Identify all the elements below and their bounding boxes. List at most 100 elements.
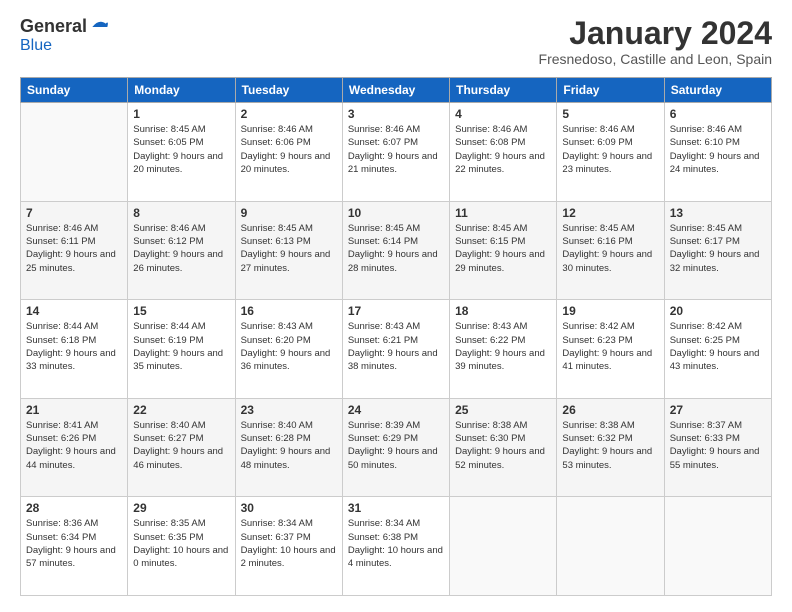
calendar-cell: 16 Sunrise: 8:43 AMSunset: 6:20 PMDayligh… bbox=[235, 300, 342, 399]
calendar-cell: 1 Sunrise: 8:45 AMSunset: 6:05 PMDaylight… bbox=[128, 103, 235, 202]
day-info: Sunrise: 8:45 AMSunset: 6:15 PMDaylight:… bbox=[455, 222, 551, 275]
day-number: 16 bbox=[241, 304, 337, 318]
day-number: 29 bbox=[133, 501, 229, 515]
calendar-cell: 6Sunrise: 8:46 AMSunset: 6:10 PMDaylight… bbox=[664, 103, 771, 202]
day-info: Sunrise: 8:46 AMSunset: 6:06 PMDaylight:… bbox=[241, 123, 337, 176]
day-number: 23 bbox=[241, 403, 337, 417]
day-number: 13 bbox=[670, 206, 766, 220]
day-number: 5 bbox=[562, 107, 658, 121]
day-number: 9 bbox=[241, 206, 337, 220]
calendar-cell: 26 Sunrise: 8:38 AMSunset: 6:32 PMDayligh… bbox=[557, 398, 664, 497]
day-info: Sunrise: 8:46 AMSunset: 6:10 PMDaylight:… bbox=[670, 123, 766, 176]
logo-blue-text: Blue bbox=[20, 37, 52, 54]
header: General Blue January 2024 Fresnedoso, Ca… bbox=[20, 16, 772, 67]
day-number: 15 bbox=[133, 304, 229, 318]
day-info: Sunrise: 8:45 AMSunset: 6:13 PMDaylight:… bbox=[241, 222, 337, 275]
day-info: Sunrise: 8:35 AMSunset: 6:35 PMDaylight:… bbox=[133, 517, 229, 570]
calendar: SundayMondayTuesdayWednesdayThursdayFrid… bbox=[20, 77, 772, 596]
day-info: Sunrise: 8:45 AMSunset: 6:05 PMDaylight:… bbox=[133, 123, 229, 176]
calendar-cell bbox=[557, 497, 664, 596]
calendar-cell: 14 Sunrise: 8:44 AMSunset: 6:18 PMDayligh… bbox=[21, 300, 128, 399]
day-number: 18 bbox=[455, 304, 551, 318]
day-number: 14 bbox=[26, 304, 122, 318]
calendar-cell: 9 Sunrise: 8:45 AMSunset: 6:13 PMDaylight… bbox=[235, 201, 342, 300]
day-info: Sunrise: 8:42 AMSunset: 6:25 PMDaylight:… bbox=[670, 320, 766, 373]
logo-general: General bbox=[20, 16, 87, 37]
weekday-header-friday: Friday bbox=[557, 78, 664, 103]
calendar-cell: 8 Sunrise: 8:46 AMSunset: 6:12 PMDaylight… bbox=[128, 201, 235, 300]
day-info: Sunrise: 8:45 AMSunset: 6:16 PMDaylight:… bbox=[562, 222, 658, 275]
calendar-cell: 5Sunrise: 8:46 AMSunset: 6:09 PMDaylight… bbox=[557, 103, 664, 202]
logo: General Blue bbox=[20, 16, 109, 55]
page: General Blue January 2024 Fresnedoso, Ca… bbox=[0, 0, 792, 612]
calendar-cell: 15Sunrise: 8:44 AMSunset: 6:19 PMDayligh… bbox=[128, 300, 235, 399]
day-number: 28 bbox=[26, 501, 122, 515]
day-number: 30 bbox=[241, 501, 337, 515]
calendar-cell: 17 Sunrise: 8:43 AMSunset: 6:21 PMDayligh… bbox=[342, 300, 449, 399]
day-number: 11 bbox=[455, 206, 551, 220]
day-info: Sunrise: 8:43 AMSunset: 6:22 PMDaylight:… bbox=[455, 320, 551, 373]
day-info: Sunrise: 8:40 AMSunset: 6:28 PMDaylight:… bbox=[241, 419, 337, 472]
day-info: Sunrise: 8:38 AMSunset: 6:32 PMDaylight:… bbox=[562, 419, 658, 472]
weekday-header-sunday: Sunday bbox=[21, 78, 128, 103]
weekday-header-monday: Monday bbox=[128, 78, 235, 103]
day-number: 26 bbox=[562, 403, 658, 417]
weekday-header-wednesday: Wednesday bbox=[342, 78, 449, 103]
calendar-cell: 28 Sunrise: 8:36 AMSunset: 6:34 PMDayligh… bbox=[21, 497, 128, 596]
calendar-cell: 19 Sunrise: 8:42 AMSunset: 6:23 PMDayligh… bbox=[557, 300, 664, 399]
day-info: Sunrise: 8:37 AMSunset: 6:33 PMDaylight:… bbox=[670, 419, 766, 472]
day-number: 10 bbox=[348, 206, 444, 220]
day-info: Sunrise: 8:42 AMSunset: 6:23 PMDaylight:… bbox=[562, 320, 658, 373]
calendar-cell: 22Sunrise: 8:40 AMSunset: 6:27 PMDayligh… bbox=[128, 398, 235, 497]
calendar-cell: 3Sunrise: 8:46 AMSunset: 6:07 PMDaylight… bbox=[342, 103, 449, 202]
day-info: Sunrise: 8:43 AMSunset: 6:21 PMDaylight:… bbox=[348, 320, 444, 373]
week-row-2: 7Sunrise: 8:46 AMSunset: 6:11 PMDaylight… bbox=[21, 201, 772, 300]
calendar-cell: 20 Sunrise: 8:42 AMSunset: 6:25 PMDayligh… bbox=[664, 300, 771, 399]
calendar-cell: 18 Sunrise: 8:43 AMSunset: 6:22 PMDayligh… bbox=[450, 300, 557, 399]
calendar-cell: 21 Sunrise: 8:41 AMSunset: 6:26 PMDayligh… bbox=[21, 398, 128, 497]
calendar-cell: 2 Sunrise: 8:46 AMSunset: 6:06 PMDaylight… bbox=[235, 103, 342, 202]
day-info: Sunrise: 8:46 AMSunset: 6:08 PMDaylight:… bbox=[455, 123, 551, 176]
day-info: Sunrise: 8:45 AMSunset: 6:14 PMDaylight:… bbox=[348, 222, 444, 275]
week-row-5: 28 Sunrise: 8:36 AMSunset: 6:34 PMDayligh… bbox=[21, 497, 772, 596]
weekday-header-tuesday: Tuesday bbox=[235, 78, 342, 103]
day-info: Sunrise: 8:41 AMSunset: 6:26 PMDaylight:… bbox=[26, 419, 122, 472]
day-info: Sunrise: 8:46 AMSunset: 6:12 PMDaylight:… bbox=[133, 222, 229, 275]
day-number: 8 bbox=[133, 206, 229, 220]
logo-text: General bbox=[20, 16, 109, 37]
calendar-cell: 7Sunrise: 8:46 AMSunset: 6:11 PMDaylight… bbox=[21, 201, 128, 300]
calendar-cell: 27 Sunrise: 8:37 AMSunset: 6:33 PMDayligh… bbox=[664, 398, 771, 497]
calendar-cell: 30 Sunrise: 8:34 AMSunset: 6:37 PMDayligh… bbox=[235, 497, 342, 596]
day-number: 12 bbox=[562, 206, 658, 220]
calendar-cell: 23 Sunrise: 8:40 AMSunset: 6:28 PMDayligh… bbox=[235, 398, 342, 497]
calendar-cell: 11 Sunrise: 8:45 AMSunset: 6:15 PMDayligh… bbox=[450, 201, 557, 300]
day-number: 17 bbox=[348, 304, 444, 318]
day-info: Sunrise: 8:43 AMSunset: 6:20 PMDaylight:… bbox=[241, 320, 337, 373]
day-number: 2 bbox=[241, 107, 337, 121]
subtitle: Fresnedoso, Castille and Leon, Spain bbox=[539, 51, 772, 67]
calendar-cell: 4 Sunrise: 8:46 AMSunset: 6:08 PMDaylight… bbox=[450, 103, 557, 202]
day-info: Sunrise: 8:45 AMSunset: 6:17 PMDaylight:… bbox=[670, 222, 766, 275]
week-row-3: 14 Sunrise: 8:44 AMSunset: 6:18 PMDayligh… bbox=[21, 300, 772, 399]
calendar-cell: 13 Sunrise: 8:45 AMSunset: 6:17 PMDayligh… bbox=[664, 201, 771, 300]
weekday-header-row: SundayMondayTuesdayWednesdayThursdayFrid… bbox=[21, 78, 772, 103]
month-title: January 2024 bbox=[539, 16, 772, 51]
day-number: 19 bbox=[562, 304, 658, 318]
day-info: Sunrise: 8:36 AMSunset: 6:34 PMDaylight:… bbox=[26, 517, 122, 570]
day-info: Sunrise: 8:34 AMSunset: 6:38 PMDaylight:… bbox=[348, 517, 444, 570]
day-info: Sunrise: 8:39 AMSunset: 6:29 PMDaylight:… bbox=[348, 419, 444, 472]
day-number: 1 bbox=[133, 107, 229, 121]
calendar-cell: 12 Sunrise: 8:45 AMSunset: 6:16 PMDayligh… bbox=[557, 201, 664, 300]
day-info: Sunrise: 8:38 AMSunset: 6:30 PMDaylight:… bbox=[455, 419, 551, 472]
day-info: Sunrise: 8:44 AMSunset: 6:18 PMDaylight:… bbox=[26, 320, 122, 373]
calendar-cell: 10 Sunrise: 8:45 AMSunset: 6:14 PMDayligh… bbox=[342, 201, 449, 300]
day-number: 4 bbox=[455, 107, 551, 121]
day-number: 22 bbox=[133, 403, 229, 417]
day-number: 21 bbox=[26, 403, 122, 417]
day-number: 31 bbox=[348, 501, 444, 515]
day-number: 20 bbox=[670, 304, 766, 318]
calendar-cell bbox=[450, 497, 557, 596]
day-info: Sunrise: 8:34 AMSunset: 6:37 PMDaylight:… bbox=[241, 517, 337, 570]
day-number: 7 bbox=[26, 206, 122, 220]
day-number: 27 bbox=[670, 403, 766, 417]
